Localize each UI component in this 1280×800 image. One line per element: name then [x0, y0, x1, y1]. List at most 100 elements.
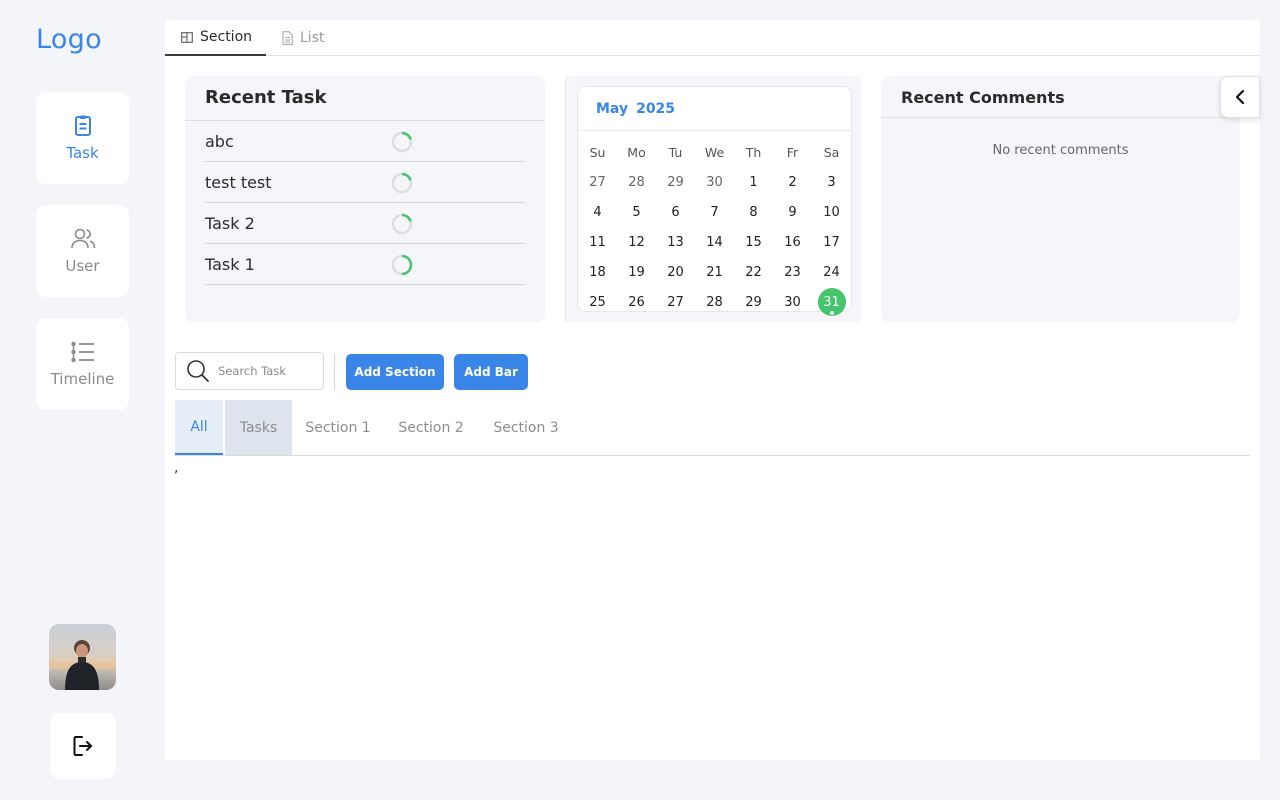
calendar-day[interactable]: 9 [773, 197, 812, 227]
view-tabs: Section List [165, 20, 1260, 56]
calendar-day[interactable]: 22 [734, 257, 773, 287]
calendar-day[interactable]: 30 [695, 167, 734, 197]
calendar-day[interactable]: 19 [617, 257, 656, 287]
calendar-month[interactable]: May [596, 101, 628, 117]
calendar-day[interactable]: 27 [578, 167, 617, 197]
sidebar-item-label: Task [66, 144, 99, 162]
day-number: 24 [823, 264, 840, 280]
calendar-day[interactable]: 30 [773, 287, 812, 317]
search-box[interactable] [175, 352, 324, 390]
day-number: 1 [749, 174, 758, 190]
add-bar-button[interactable]: Add Bar [454, 354, 528, 390]
calendar-day[interactable]: 14 [695, 227, 734, 257]
day-number: 29 [745, 294, 762, 310]
day-number: 19 [628, 264, 645, 280]
calendar-day[interactable]: 3 [812, 167, 851, 197]
calendar: May 2025 Su Mo Tu We Th Fr Sa 27 28 29 30 1 2 3 4 5 6 7 8 9… [577, 86, 852, 316]
day-number: 27 [667, 294, 684, 310]
tab-label: List [300, 30, 325, 46]
tab-list[interactable]: List [282, 20, 324, 56]
add-section-button[interactable]: Add Section [346, 354, 444, 390]
tab-section-3[interactable]: Section 3 [488, 400, 564, 455]
weekday-label: Su [589, 144, 606, 160]
tab-all[interactable]: All [175, 400, 223, 455]
sidebar-item-task[interactable]: Task [36, 92, 129, 184]
recent-comments-title: Recent Comments [901, 88, 1065, 107]
tab-section-2[interactable]: Section 2 [393, 400, 469, 455]
calendar-day[interactable]: 7 [695, 197, 734, 227]
calendar-day[interactable]: 29 [734, 287, 773, 317]
collapse-panel-button[interactable] [1220, 76, 1260, 118]
calendar-day[interactable]: 13 [656, 227, 695, 257]
calendar-day[interactable]: 17 [812, 227, 851, 257]
calendar-header[interactable]: May 2025 [596, 101, 675, 117]
day-number: 4 [593, 204, 602, 220]
calendar-grid: Su Mo Tu We Th Fr Sa 27 28 29 30 1 2 3 4 5 6 7 8 9 10 11 12 13 1… [578, 137, 851, 317]
calendar-day[interactable]: 2 [773, 167, 812, 197]
empty-comments-text: No recent comments [992, 143, 1129, 158]
calendar-week: 27 28 29 30 1 2 3 [578, 167, 851, 197]
calendar-day[interactable]: 27 [656, 287, 695, 317]
calendar-day[interactable]: 10 [812, 197, 851, 227]
day-number: 16 [784, 234, 801, 250]
calendar-day[interactable]: 16 [773, 227, 812, 257]
day-number: 23 [784, 264, 801, 280]
calendar-day[interactable]: 18 [578, 257, 617, 287]
tab-section-1[interactable]: Section 1 [301, 400, 375, 455]
day-number: 29 [667, 174, 684, 190]
task-row[interactable]: test test [205, 162, 525, 203]
progress-ring [391, 131, 413, 153]
day-number: 10 [823, 204, 840, 220]
user-photo [49, 640, 116, 690]
calendar-day[interactable]: 1 [734, 167, 773, 197]
weekday-label: Mo [627, 144, 646, 160]
day-number: 20 [667, 264, 684, 280]
calendar-day[interactable]: 6 [656, 197, 695, 227]
weekday-label: Th [745, 144, 762, 160]
task-row[interactable]: abc [205, 121, 525, 162]
sidebar-item-timeline[interactable]: Timeline [36, 318, 129, 410]
calendar-day[interactable]: 28 [617, 167, 656, 197]
main-panel: Section List Recent Task abc test test T… [165, 20, 1260, 760]
day-number: 30 [706, 174, 723, 190]
calendar-day[interactable]: 23 [773, 257, 812, 287]
calendar-day[interactable]: 25 [578, 287, 617, 317]
calendar-day[interactable]: 8 [734, 197, 773, 227]
day-number: 8 [749, 204, 758, 220]
calendar-day[interactable]: 21 [695, 257, 734, 287]
users-icon [70, 228, 95, 249]
tab-tasks[interactable]: Tasks [225, 400, 292, 455]
task-row[interactable]: Task 2 [205, 203, 525, 244]
calendar-day[interactable]: 26 [617, 287, 656, 317]
calendar-day[interactable]: 15 [734, 227, 773, 257]
calendar-day[interactable]: 12 [617, 227, 656, 257]
calendar-day-today[interactable]: 31 [812, 287, 851, 317]
day-number: 3 [827, 174, 836, 190]
calendar-week: 25 26 27 28 29 30 31 [578, 287, 851, 317]
calendar-day[interactable]: 24 [812, 257, 851, 287]
search-icon [187, 360, 209, 382]
list-icon [70, 341, 94, 363]
task-row[interactable]: Task 1 [205, 244, 525, 285]
sidebar-item-user[interactable]: User [36, 205, 129, 297]
calendar-day[interactable]: 29 [656, 167, 695, 197]
day-number: 6 [671, 204, 680, 220]
logout-button[interactable] [50, 713, 116, 779]
recent-task-title: Recent Task [205, 87, 327, 108]
calendar-year[interactable]: 2025 [636, 101, 675, 117]
calendar-day[interactable]: 20 [656, 257, 695, 287]
tab-section[interactable]: Section [165, 20, 266, 56]
day-number: 26 [628, 294, 645, 310]
task-name: Task 1 [205, 254, 255, 274]
calendar-day[interactable]: 4 [578, 197, 617, 227]
calendar-day[interactable]: 28 [695, 287, 734, 317]
day-number: 28 [706, 294, 723, 310]
day-number: 12 [628, 234, 645, 250]
logo[interactable]: Logo [36, 24, 102, 55]
calendar-day[interactable]: 11 [578, 227, 617, 257]
progress-ring [391, 254, 413, 276]
avatar[interactable] [49, 624, 116, 690]
day-number: 7 [710, 204, 719, 220]
search-input[interactable] [218, 364, 318, 378]
calendar-day[interactable]: 5 [617, 197, 656, 227]
